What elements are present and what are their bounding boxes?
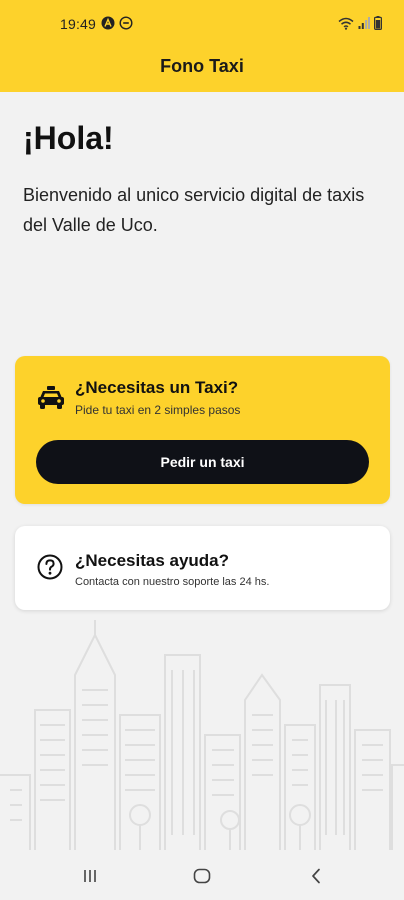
welcome-text: Bienvenido al unico servicio digital de … — [23, 185, 365, 235]
status-icons-left — [101, 16, 133, 30]
help-card[interactable]: ¿Necesitas ayuda? Contacta con nuestro s… — [15, 526, 390, 610]
city-skyline-illustration — [0, 620, 404, 850]
battery-icon — [374, 16, 382, 30]
top-app-bar: 19:49 Fono Taxi — [0, 0, 404, 92]
taxi-icon — [37, 386, 65, 415]
taxi-card-title: ¿Necesitas un Taxi? — [75, 378, 239, 397]
app-title: Fono Taxi — [160, 56, 244, 76]
status-time: 19:49 — [60, 16, 97, 32]
back-icon[interactable] — [304, 864, 328, 888]
status-icons-right — [338, 16, 382, 30]
home-icon[interactable] — [190, 864, 214, 888]
taxi-card-subtitle: Pide tu taxi en 2 simples pasos — [75, 403, 241, 417]
minus-circle-icon — [119, 16, 133, 30]
help-circle-icon — [37, 554, 63, 585]
help-card-subtitle: Contacta con nuestro soporte las 24 hs. — [75, 576, 270, 588]
recent-apps-icon[interactable] — [78, 864, 102, 888]
system-navigation-bar — [0, 850, 404, 900]
status-bar: 19:49 — [0, 0, 404, 48]
help-card-title: ¿Necesitas ayuda? — [75, 551, 230, 570]
request-taxi-button[interactable]: Pedir un taxi — [36, 440, 369, 484]
taxi-request-card: ¿Necesitas un Taxi? Pide tu taxi en 2 si… — [15, 356, 390, 504]
signal-icon — [358, 17, 370, 29]
greeting-heading: ¡Hola! — [23, 120, 114, 156]
accessibility-icon — [101, 16, 115, 30]
wifi-icon — [338, 17, 354, 30]
